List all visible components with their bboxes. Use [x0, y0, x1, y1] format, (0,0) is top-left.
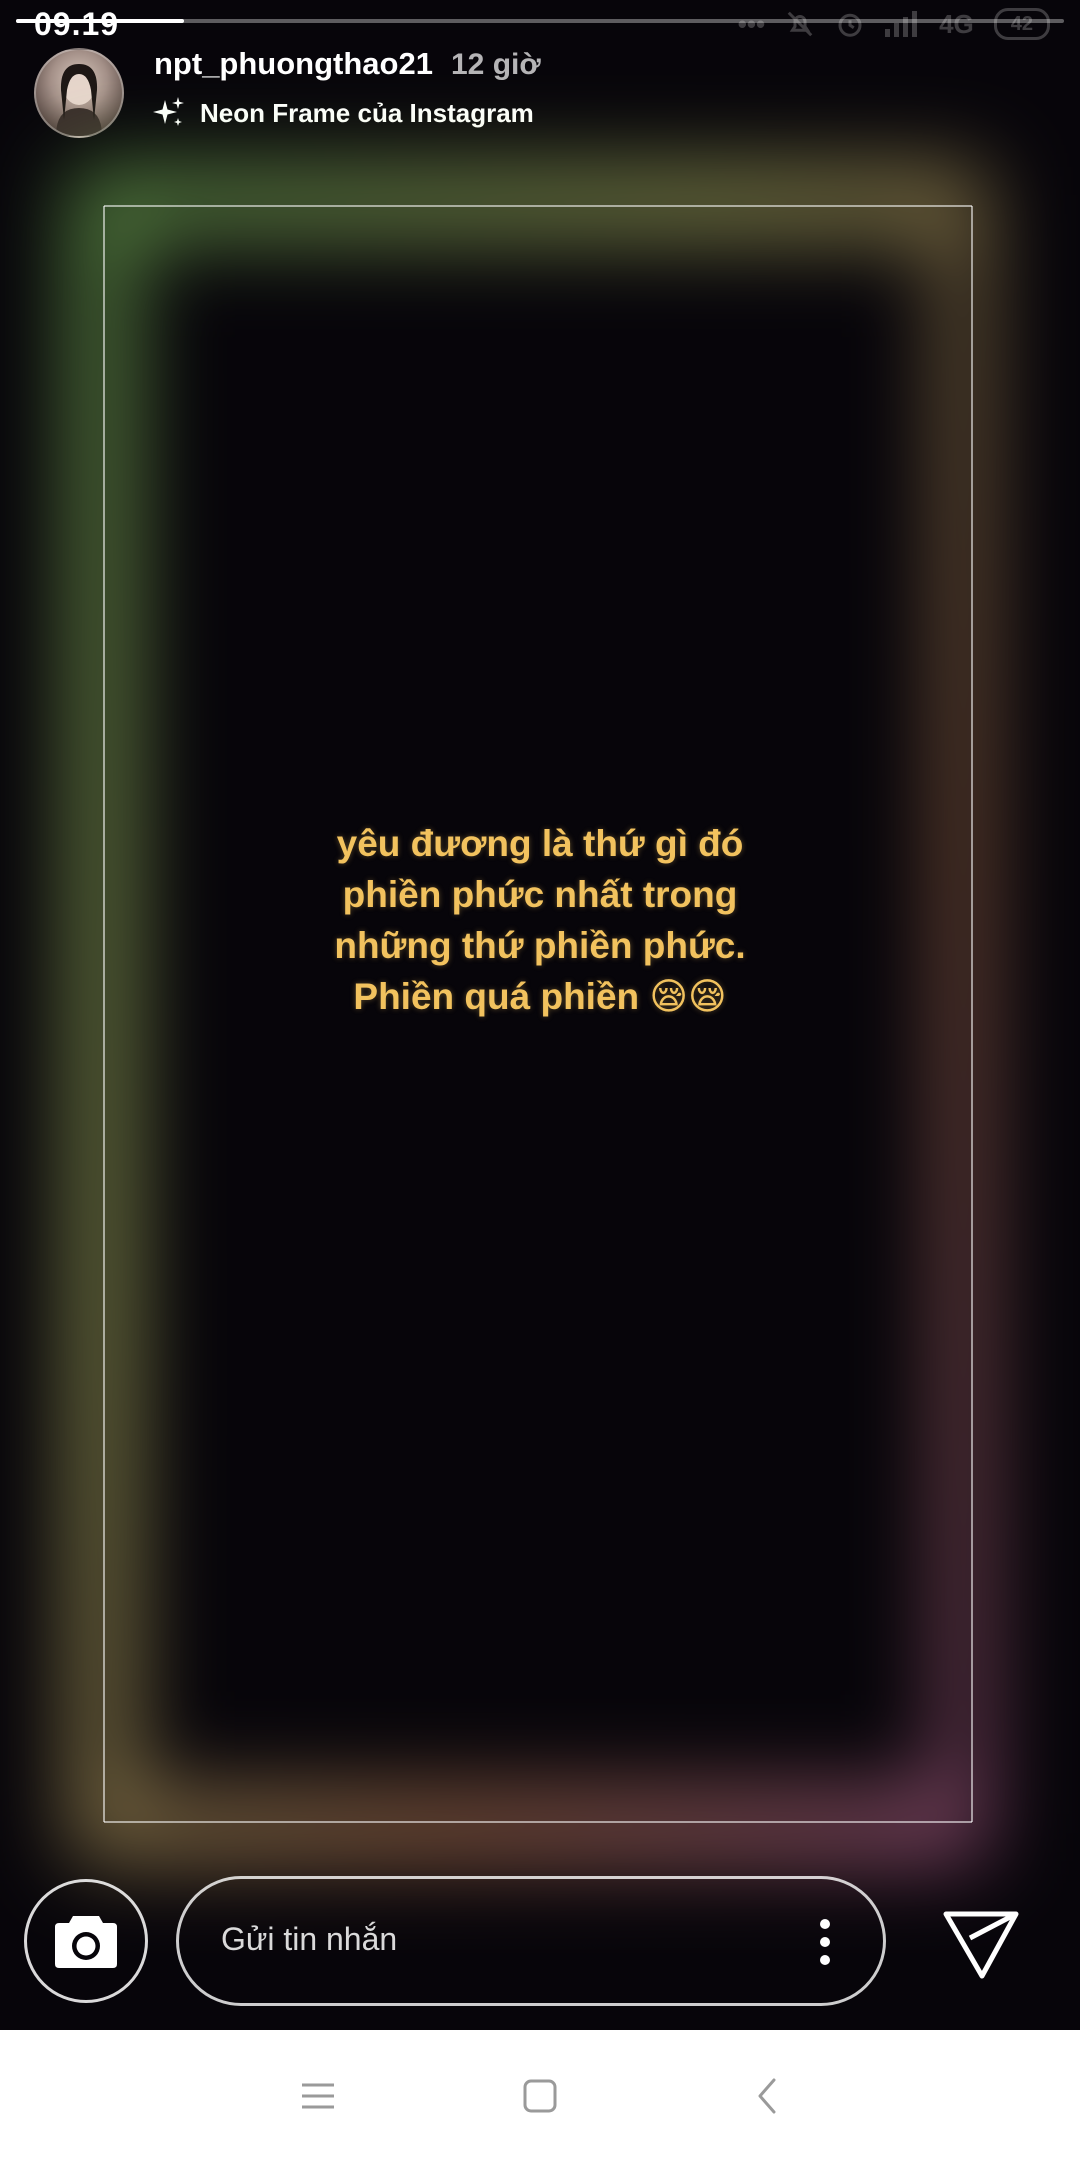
menu-icon[interactable] [296, 2074, 340, 2118]
status-icons: ••• 4G 42 [738, 8, 1050, 40]
story-text-line: phiền phức nhất trong [342, 874, 738, 915]
story-text-line: yêu đương là thứ gì đó [336, 823, 744, 864]
bell-off-icon [787, 11, 813, 37]
signal-icon [885, 11, 918, 37]
send-icon[interactable] [940, 1900, 1022, 1982]
story-text: yêu đương là thứ gì đó phiền phức nhất t… [240, 818, 840, 1022]
battery-icon: 42 [993, 8, 1050, 40]
screen: 09.19 ••• 4G 42 npt_phuongthao21 12 giờ [0, 0, 1080, 2160]
network-type: 4G [939, 8, 974, 39]
system-nav-bar [0, 2030, 1080, 2160]
username-row: npt_phuongthao21 12 giờ [154, 46, 541, 82]
back-chevron-icon[interactable] [746, 2074, 790, 2118]
effect-attribution[interactable]: Neon Frame của Instagram [152, 96, 534, 130]
camera-button[interactable] [24, 1879, 148, 2003]
post-time: 12 giờ [450, 48, 541, 81]
camera-icon [55, 1916, 117, 1968]
sparkles-icon [153, 97, 184, 126]
home-square-icon[interactable] [518, 2074, 562, 2118]
story-text-line: những thứ phiền phức. [334, 925, 746, 966]
effect-label: Neon Frame của Instagram [200, 97, 534, 128]
more-dots-icon: ••• [737, 8, 766, 39]
status-time: 09.19 [34, 6, 120, 42]
alarm-icon [838, 13, 862, 37]
message-input[interactable]: Gửi tin nhắn [176, 1876, 886, 2006]
avatar[interactable] [34, 48, 124, 138]
message-placeholder: Gửi tin nhắn [221, 1921, 398, 1957]
story-view[interactable]: 09.19 ••• 4G 42 npt_phuongthao21 12 giờ [0, 0, 1080, 2030]
more-vertical-icon[interactable] [815, 1917, 835, 1967]
story-text-line: Phiền quá phiền 😪😪 [353, 976, 727, 1017]
username[interactable]: npt_phuongthao21 [154, 46, 433, 82]
